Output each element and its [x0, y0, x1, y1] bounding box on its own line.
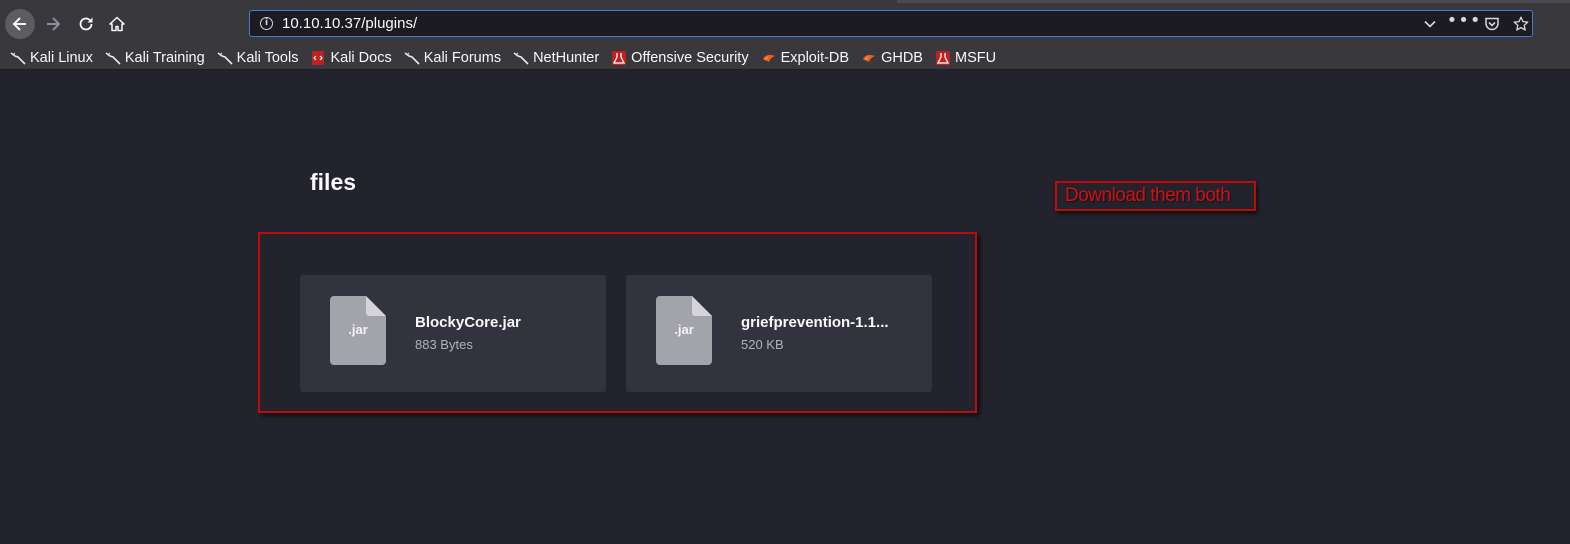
chevron-down-icon: [1424, 20, 1436, 28]
star-icon: [1513, 16, 1529, 31]
tab-strip-edge: [897, 0, 1570, 3]
bookmark-kali-linux[interactable]: Kali Linux: [10, 48, 93, 68]
file-card-griefprevention[interactable]: .jar griefprevention-1.1... 520 KB: [626, 275, 932, 392]
bookmark-kali-tools[interactable]: Kali Tools: [217, 48, 299, 68]
url-text[interactable]: 10.10.10.37/plugins/: [282, 15, 417, 32]
bookmark-kali-training[interactable]: Kali Training: [105, 48, 205, 68]
forward-arrow-icon: [47, 17, 61, 31]
home-icon: [109, 16, 125, 32]
annotation-text: Download them both: [1065, 185, 1231, 206]
bookmark-kali-forums[interactable]: Kali Forums: [404, 48, 501, 68]
kali-dragon-icon: [105, 50, 121, 66]
offsec-icon: [935, 50, 951, 66]
browser-toolbar: i 10.10.10.37/plugins/ •••: [0, 0, 1570, 46]
kali-dragon-icon: [404, 50, 420, 66]
reload-icon: [79, 17, 93, 31]
file-extension: .jar: [348, 322, 368, 337]
file-card-blockycore[interactable]: .jar BlockyCore.jar 883 Bytes: [300, 275, 606, 392]
back-arrow-icon: [12, 17, 26, 31]
info-icon[interactable]: i: [260, 17, 273, 30]
kali-dragon-icon: [217, 50, 233, 66]
url-bar[interactable]: i 10.10.10.37/plugins/ •••: [249, 10, 1533, 37]
more-horizontal-icon[interactable]: •••: [1447, 8, 1481, 33]
reload-button[interactable]: [73, 9, 99, 39]
bookmark-label: Kali Training: [124, 49, 205, 66]
forward-button[interactable]: [40, 9, 66, 39]
kali-dragon-icon: [10, 50, 26, 66]
bookmark-nethunter[interactable]: NetHunter: [513, 48, 599, 68]
exploit-db-icon: [861, 50, 877, 66]
bookmark-kali-docs[interactable]: Kali Docs: [310, 48, 392, 68]
file-name[interactable]: BlockyCore.jar: [415, 314, 595, 331]
bookmark-label: MSFU: [954, 49, 997, 66]
url-dropdown-button[interactable]: [1420, 11, 1440, 36]
bookmark-ghdb[interactable]: GHDB: [861, 48, 923, 68]
pocket-icon: [1485, 17, 1499, 30]
bookmark-exploit-db[interactable]: Exploit-DB: [761, 48, 850, 68]
bookmark-offensive-security[interactable]: Offensive Security: [611, 48, 749, 68]
back-button[interactable]: [5, 9, 35, 39]
bookmark-label: NetHunter: [533, 49, 600, 66]
bookmark-label: Kali Docs: [330, 49, 392, 66]
pocket-button[interactable]: [1482, 11, 1502, 36]
kali-docs-icon: [310, 50, 326, 66]
annotation-callout: Download them both: [1055, 181, 1256, 211]
page-title: files: [310, 169, 357, 195]
bookmark-label: Kali Tools: [236, 49, 299, 66]
offsec-icon: [611, 50, 627, 66]
bookmark-star-button[interactable]: [1511, 11, 1531, 36]
bookmark-label: GHDB: [881, 49, 923, 66]
bookmark-label: Exploit-DB: [780, 49, 850, 66]
kali-dragon-icon: [513, 50, 529, 66]
exploit-db-icon: [761, 50, 777, 66]
file-name[interactable]: griefprevention-1.1...: [741, 314, 891, 331]
file-icon-fold: [692, 296, 712, 316]
bookmark-label: Kali Forums: [423, 49, 502, 66]
file-size: 520 KB: [741, 337, 784, 352]
home-button[interactable]: [104, 9, 130, 39]
file-size: 883 Bytes: [415, 337, 473, 352]
bookmarks-toolbar: Kali Linux Kali Training Kali Tools Kali…: [0, 46, 1570, 70]
bookmark-msfu[interactable]: MSFU: [935, 48, 996, 68]
file-extension: .jar: [674, 322, 694, 337]
bookmark-label: Offensive Security: [631, 49, 749, 66]
bookmark-label: Kali Linux: [30, 49, 93, 66]
file-icon-fold: [366, 296, 386, 316]
